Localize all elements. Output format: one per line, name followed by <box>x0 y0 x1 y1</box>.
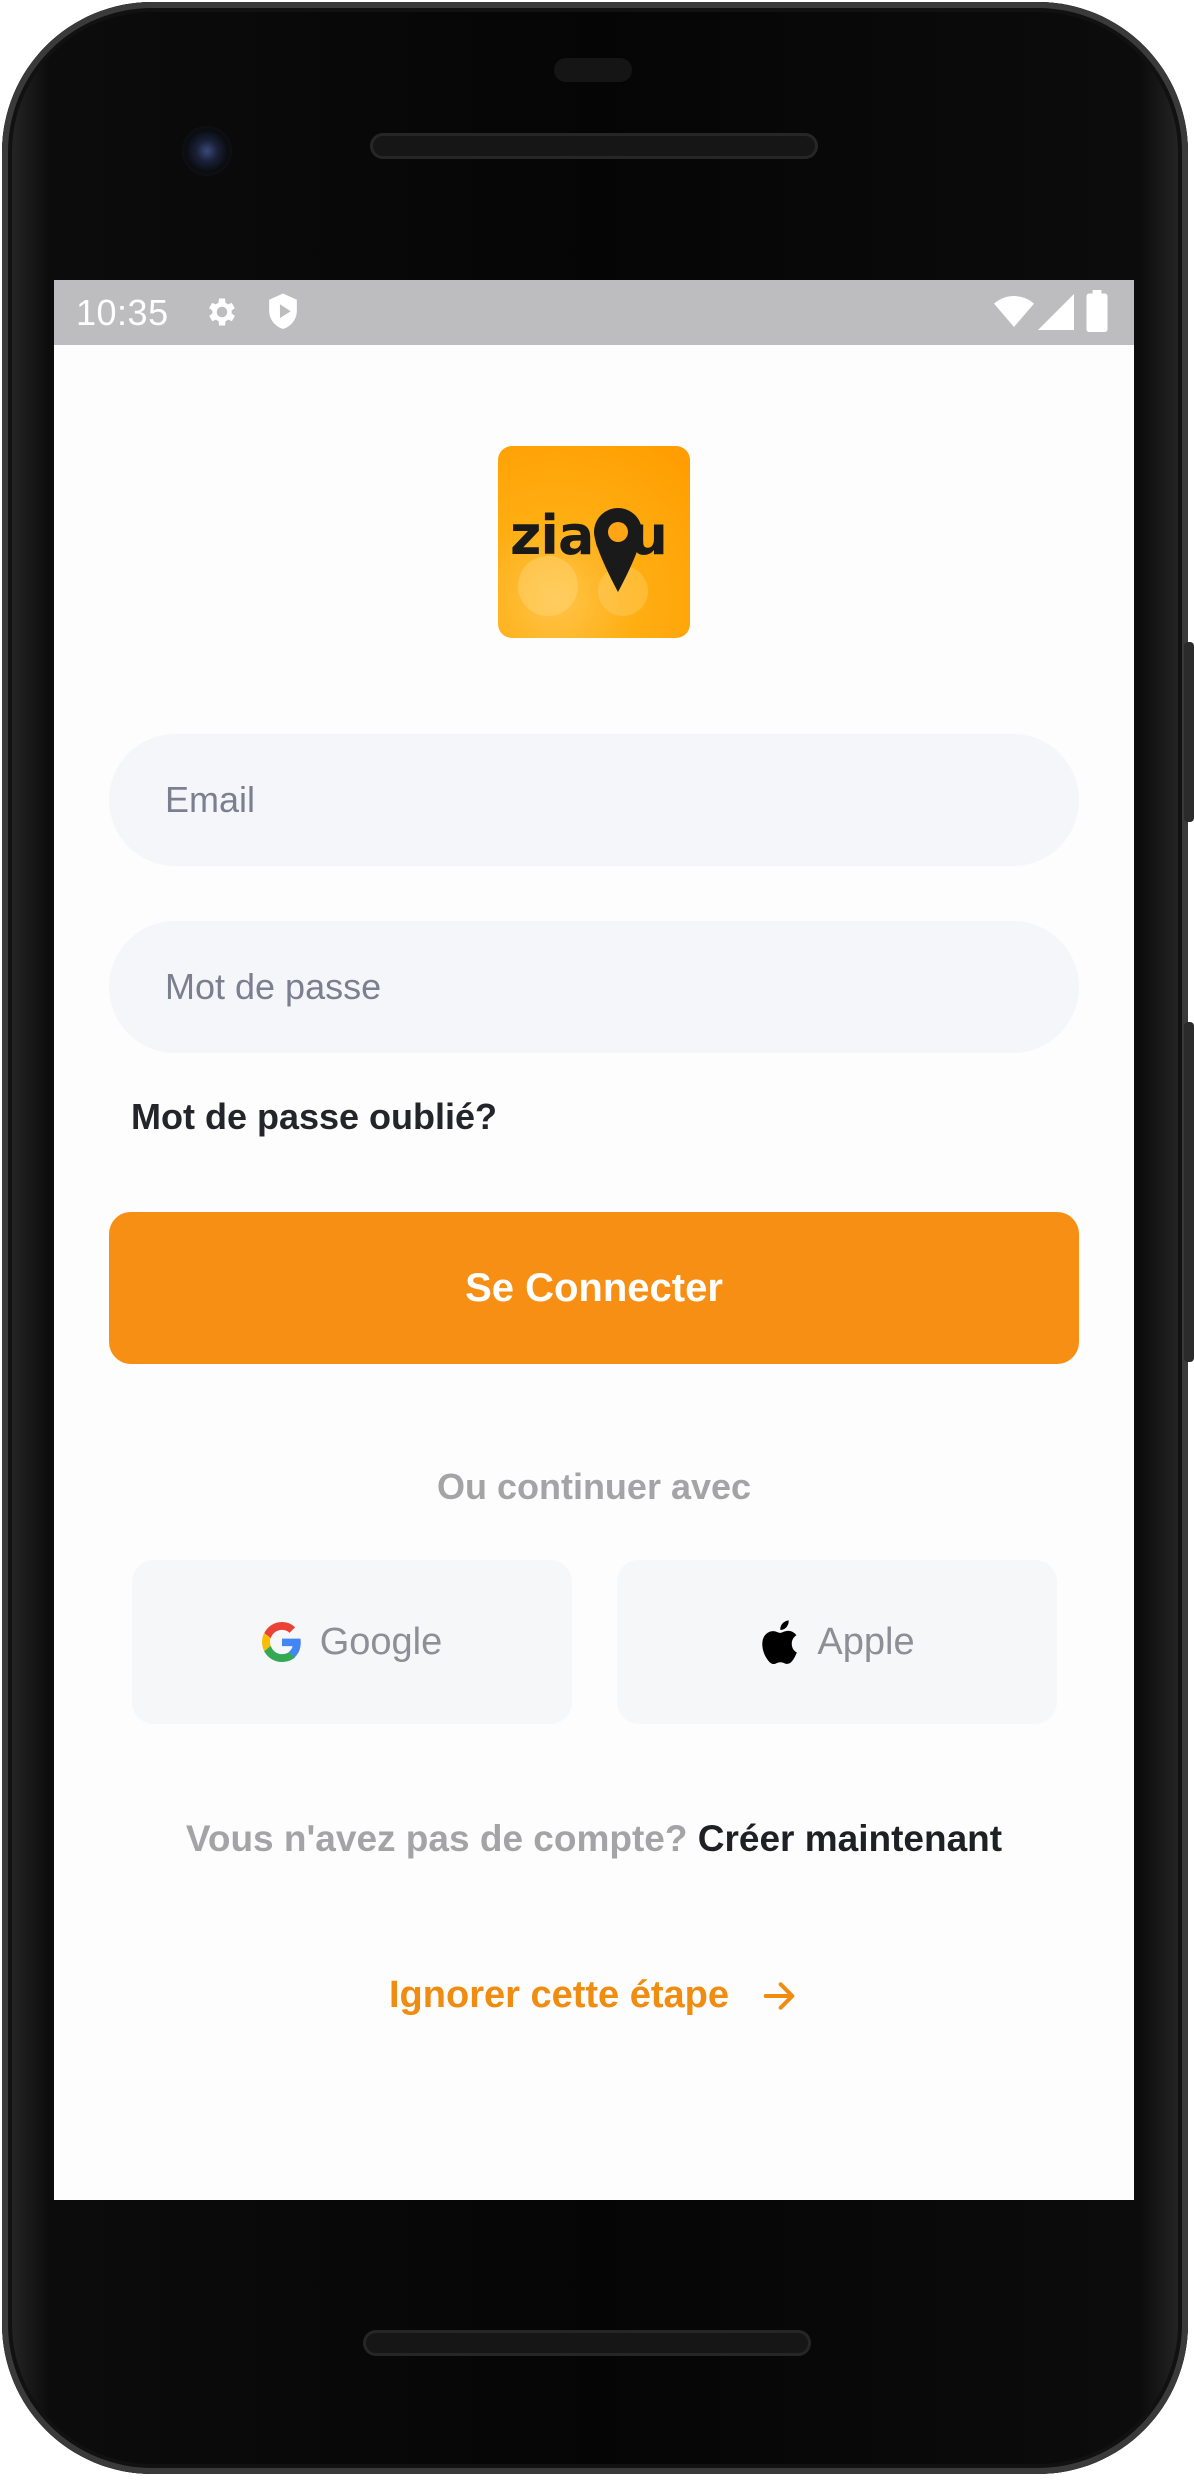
google-label: Google <box>319 1620 443 1663</box>
battery-icon <box>1086 290 1108 332</box>
signup-question: Vous n'avez pas de compte? <box>185 1818 688 1859</box>
shield-play-icon <box>269 293 297 329</box>
skip-step-button[interactable]: Ignorer cette étape <box>54 1974 1134 2017</box>
wifi-icon <box>994 296 1034 327</box>
app-logo: ziaou <box>498 446 690 638</box>
earpiece-speaker <box>370 133 818 159</box>
proximity-sensor <box>554 58 632 82</box>
login-button[interactable]: Se Connecter <box>109 1212 1079 1364</box>
gear-icon <box>209 298 235 326</box>
location-pin-icon <box>594 508 642 592</box>
arrow-right-icon <box>763 1981 795 2010</box>
signup-prompt: Vous n'avez pas de compte? Créer mainten… <box>54 1818 1134 1860</box>
phone-frame: 10:35 ziaou Email Mot de passe oublié? S… <box>2 2 1194 2474</box>
skip-label: Ignorer cette étape <box>389 1974 729 2016</box>
forgot-password-link[interactable]: Mot de passe oublié? <box>131 1096 497 1138</box>
front-camera <box>182 126 232 176</box>
bottom-speaker <box>363 2330 811 2356</box>
logo-wordmark: ziaou <box>510 504 668 567</box>
apple-button[interactable]: Apple <box>617 1560 1057 1724</box>
google-icon <box>261 1622 301 1662</box>
google-button[interactable]: Google <box>132 1560 572 1724</box>
social-divider-text: Ou continuer avec <box>436 1466 752 1507</box>
app-screen: 10:35 ziaou Email Mot de passe oublié? S… <box>54 280 1134 2200</box>
power-button <box>1184 642 1194 822</box>
apple-label: Apple <box>817 1620 915 1663</box>
signal-icon <box>1038 294 1074 330</box>
create-account-link[interactable]: Créer maintenant <box>698 1818 1002 1859</box>
apple-icon <box>762 1620 798 1665</box>
status-time: 10:35 <box>76 292 169 333</box>
password-field[interactable] <box>109 921 1079 1053</box>
email-field[interactable] <box>109 734 1079 866</box>
volume-button <box>1184 1022 1194 1362</box>
status-bar: 10:35 <box>54 280 1134 345</box>
